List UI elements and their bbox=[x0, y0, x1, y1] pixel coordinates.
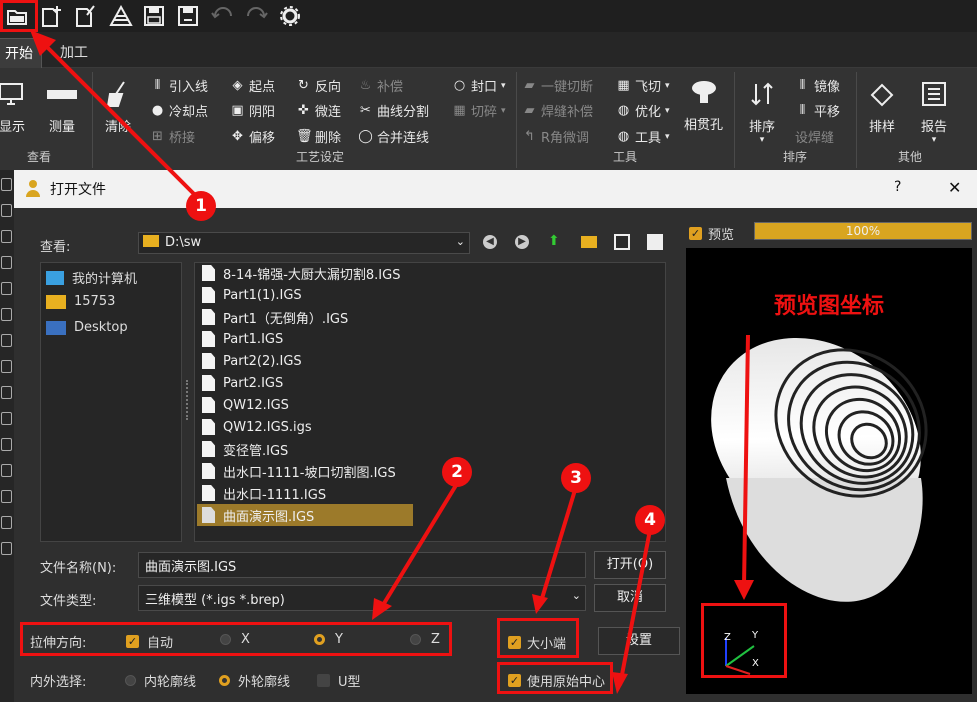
annotation-badge: 2 bbox=[442, 457, 472, 487]
annotation-arrows bbox=[30, 30, 754, 694]
annotation-badge: 4 bbox=[635, 505, 665, 535]
annotation-badge: 1 bbox=[186, 191, 216, 221]
annotation-badge: 3 bbox=[561, 463, 591, 493]
